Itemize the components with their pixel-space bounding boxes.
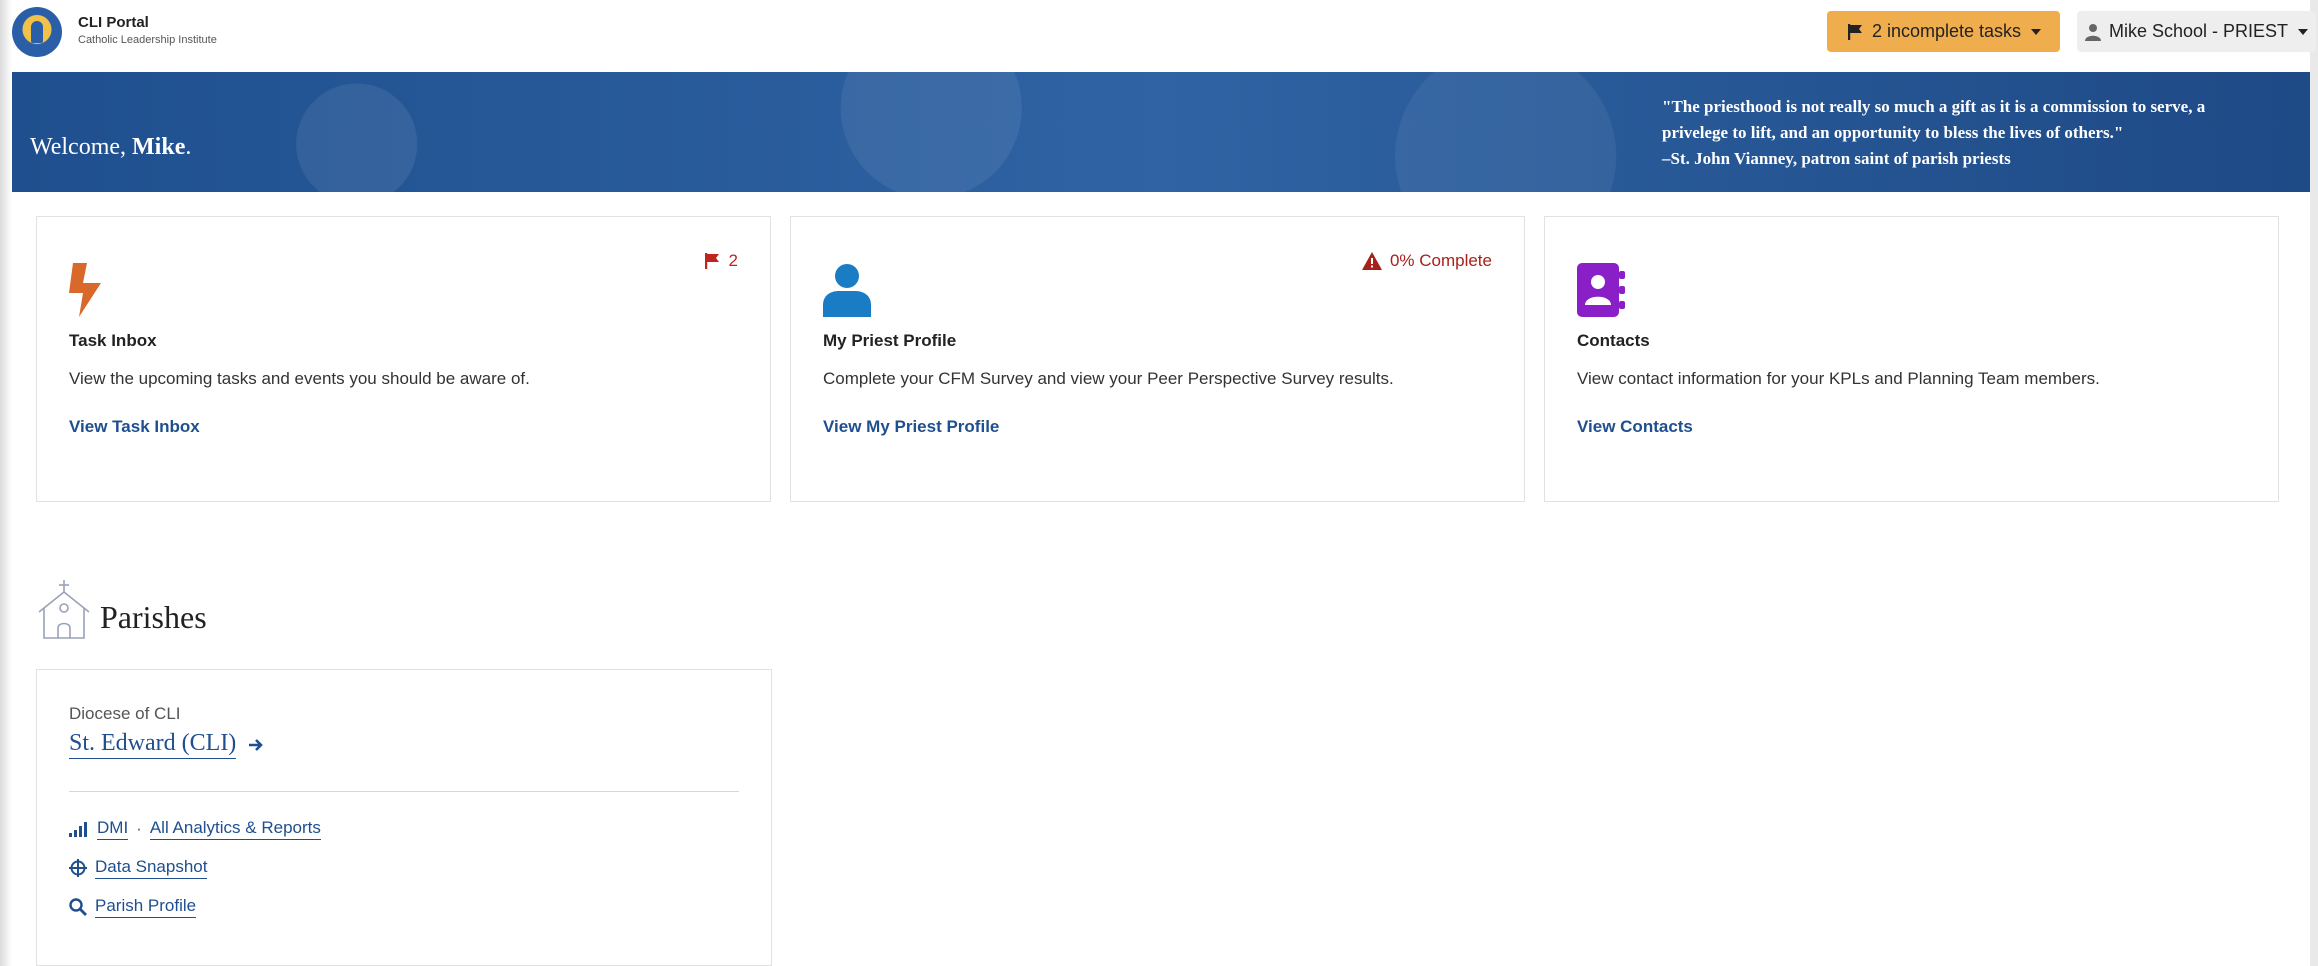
signal-bars-icon — [69, 822, 87, 837]
task-count-badge: 2 — [703, 251, 738, 271]
profile-completion-badge: 0% Complete — [1361, 251, 1492, 271]
user-icon — [2084, 23, 2101, 41]
data-snapshot-link[interactable]: Data Snapshot — [95, 857, 208, 879]
parish-profile-row: Parish Profile — [69, 896, 197, 918]
cli-logo[interactable] — [12, 7, 62, 57]
card-description: View contact information for your KPLs a… — [1577, 369, 2100, 388]
quote-line-1: "The priesthood is not really so much a … — [1662, 97, 2206, 116]
person-icon — [823, 263, 871, 322]
parish-profile-link[interactable]: Parish Profile — [95, 896, 197, 918]
card-description: Complete your CFM Survey and view your P… — [823, 369, 1394, 388]
analytics-reports-link[interactable]: All Analytics & Reports — [149, 818, 321, 840]
welcome-name: Mike — [132, 134, 186, 160]
welcome-banner: Welcome, Mike. "The priesthood is not re… — [12, 72, 2310, 192]
view-task-inbox-link[interactable]: View Task Inbox — [69, 417, 200, 437]
task-inbox-card: 2 Task Inbox View the upcoming tasks and… — [36, 216, 771, 502]
user-menu-label: Mike School - PRIEST — [2108, 21, 2289, 41]
divider — [69, 791, 739, 792]
task-count: 2 — [728, 251, 738, 270]
parishes-title: Parishes — [100, 599, 207, 635]
parish-name-link[interactable]: St. Edward (CLI) — [69, 730, 264, 759]
arrow-right-icon[interactable] — [248, 737, 264, 753]
top-nav: CLI Portal Catholic Leadership Institute… — [12, 0, 2316, 72]
quote-line-2: privelege to lift, and an opportunity to… — [1662, 123, 2124, 142]
page-edge-right — [2310, 0, 2318, 966]
profile-completion: 0% Complete — [1389, 251, 1492, 270]
view-contacts-link[interactable]: View Contacts — [1577, 417, 1693, 437]
dmi-links-row: DMI · All Analytics & Reports — [69, 818, 321, 840]
banner-quote: "The priesthood is not really so much a … — [1662, 94, 2282, 172]
chevron-down-icon — [2031, 28, 2042, 35]
address-book-icon — [1577, 263, 1625, 322]
chevron-down-icon — [2298, 28, 2309, 35]
flag-icon — [704, 253, 719, 269]
parishes-heading: Parishes — [36, 578, 207, 640]
welcome-message: Welcome, Mike. — [30, 134, 191, 161]
link-separator: · — [136, 819, 142, 838]
incomplete-tasks-label: 2 incomplete tasks — [1871, 21, 2022, 41]
card-title: Task Inbox — [69, 331, 157, 350]
card-description: View the upcoming tasks and events you s… — [69, 369, 530, 388]
search-icon — [69, 898, 87, 916]
view-priest-profile-link[interactable]: View My Priest Profile — [823, 417, 999, 437]
user-menu-button[interactable]: Mike School - PRIEST — [2077, 11, 2316, 52]
welcome-suffix: . — [185, 134, 192, 160]
card-title: Contacts — [1577, 331, 1650, 350]
flag-icon — [1847, 23, 1862, 40]
bolt-icon — [69, 263, 103, 322]
brand-subtitle: Catholic Leadership Institute — [78, 34, 217, 46]
warning-icon — [1361, 252, 1382, 270]
data-snapshot-row: Data Snapshot — [69, 857, 208, 879]
page-edge-left — [0, 0, 12, 966]
brand-title[interactable]: CLI Portal — [78, 14, 149, 31]
crosshairs-icon — [69, 859, 87, 877]
parish-card: Diocese of CLI St. Edward (CLI) DMI · Al… — [36, 669, 772, 966]
card-title: My Priest Profile — [823, 331, 957, 350]
church-icon — [38, 580, 90, 639]
contacts-card: Contacts View contact information for yo… — [1544, 216, 2279, 502]
priest-profile-card: 0% Complete My Priest Profile Complete y… — [790, 216, 1525, 502]
welcome-prefix: Welcome, — [30, 134, 127, 160]
incomplete-tasks-button[interactable]: 2 incomplete tasks — [1827, 11, 2060, 52]
quote-attribution: –St. John Vianney, patron saint of paris… — [1662, 149, 2011, 168]
diocese-name: Diocese of CLI — [69, 704, 181, 723]
dmi-link[interactable]: DMI — [97, 818, 129, 840]
parish-name[interactable]: St. Edward (CLI) — [69, 730, 237, 759]
